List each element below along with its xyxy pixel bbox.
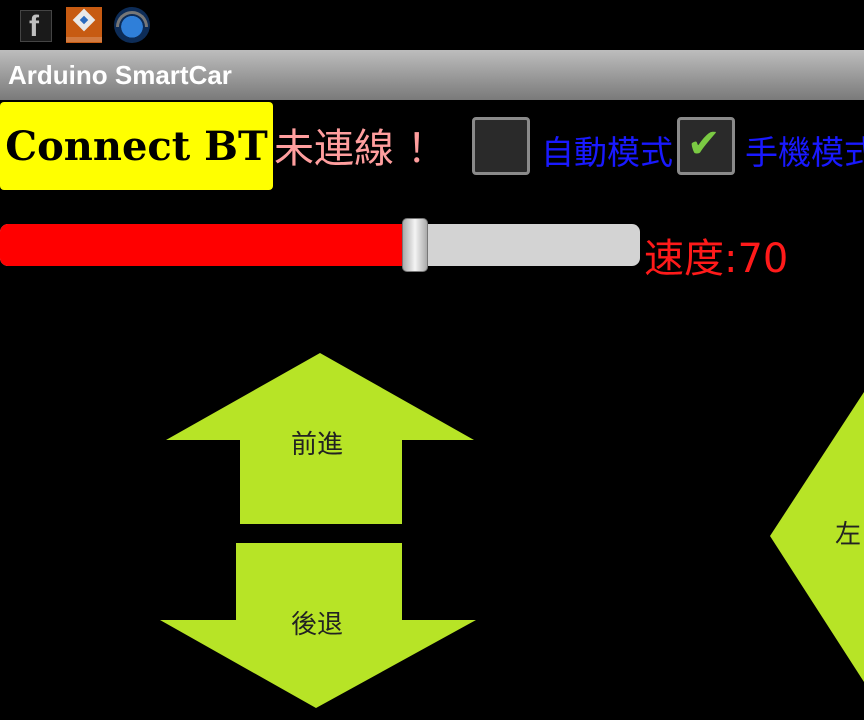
left-label: 左 [835,520,862,550]
phone-mode-checkbox[interactable]: ✔ [677,117,735,175]
left-button[interactable]: 左 [768,392,864,682]
backward-button[interactable]: 後退 [156,540,482,712]
check-icon: ✔ [687,121,721,167]
speed-label: 速度:70 [644,236,789,282]
auto-mode-label: 自動模式 [541,133,673,172]
headphone-globe-icon [114,7,150,43]
forward-button[interactable]: 前進 [160,350,480,526]
slider-thumb[interactable] [402,218,428,272]
forward-label: 前進 [291,430,344,460]
connect-bt-button[interactable]: Connect BT [0,102,273,190]
app-title: Arduino SmartCar [8,60,232,90]
phone-mode-label: 手機模式 [745,133,864,172]
speed-slider[interactable] [0,218,640,272]
slider-fill [0,224,415,266]
backward-label: 後退 [291,610,344,640]
title-bar: Arduino SmartCar [0,50,864,100]
connection-status: 未連線 ！ [274,126,447,172]
facebook-icon: f [20,10,52,43]
auto-mode-checkbox[interactable] [472,117,530,175]
app-store-icon [66,7,102,43]
status-bar: f [0,0,864,50]
